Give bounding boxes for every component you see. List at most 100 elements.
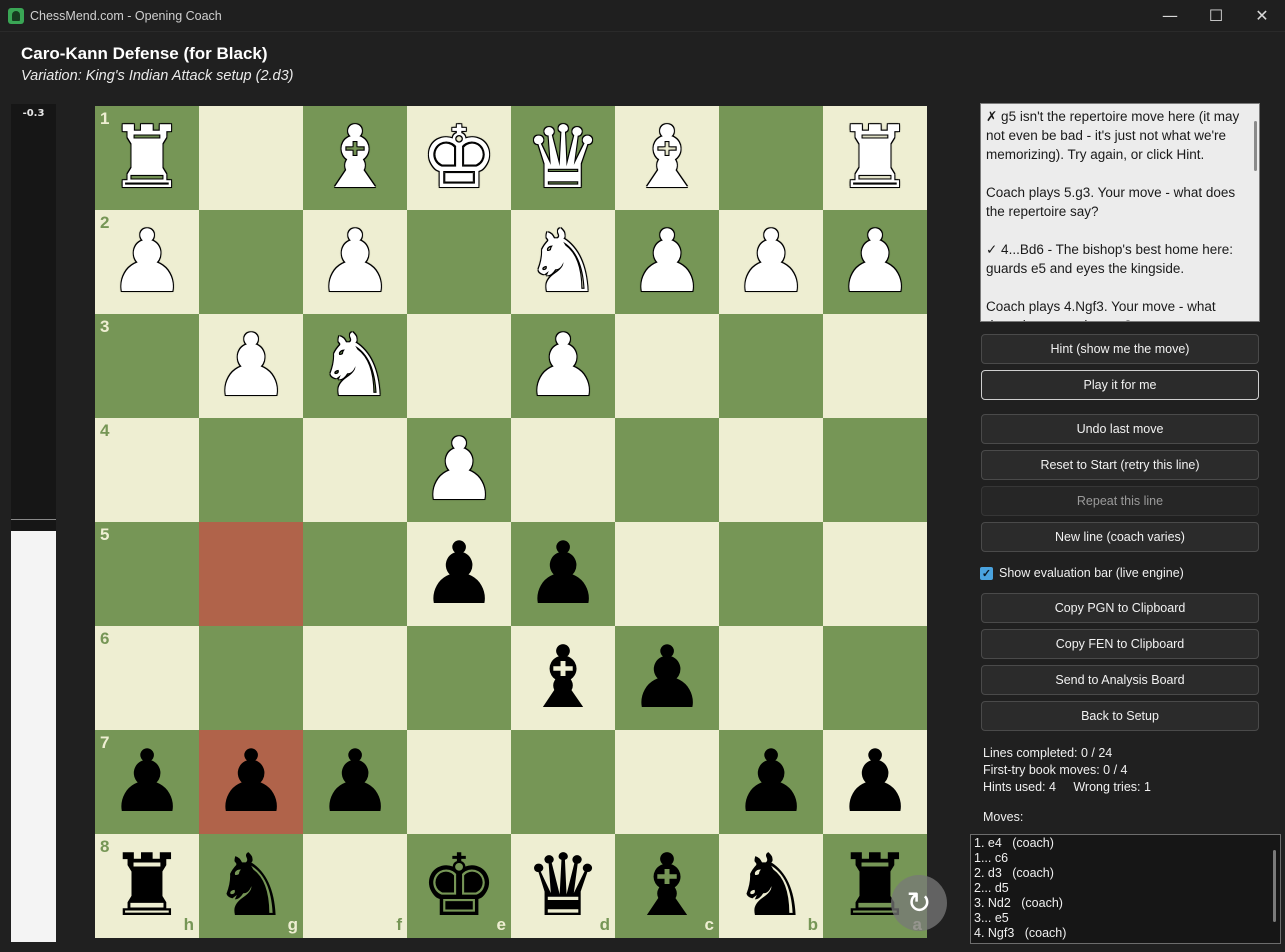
move-entry[interactable]: 3. Nd2 (coach) <box>974 896 1277 911</box>
black-king-icon[interactable]: ♚ <box>407 834 511 938</box>
square-e8[interactable]: e ♚ <box>407 834 511 938</box>
white-pawn-icon[interactable]: ♟ <box>823 210 927 314</box>
square-d6[interactable]: ♝ <box>511 626 615 730</box>
black-bishop-icon[interactable]: ♝ <box>511 626 615 730</box>
play-for-me-button[interactable]: Play it for me <box>981 370 1259 400</box>
square-b2[interactable]: ♟ <box>719 210 823 314</box>
square-e3[interactable] <box>407 314 511 418</box>
square-f6[interactable] <box>303 626 407 730</box>
square-f4[interactable] <box>303 418 407 522</box>
square-f2[interactable]: ♟ <box>303 210 407 314</box>
square-h2[interactable]: 2 ♟ <box>95 210 199 314</box>
square-a1[interactable]: ♜ <box>823 106 927 210</box>
square-h3[interactable]: 3 <box>95 314 199 418</box>
black-pawn-icon[interactable]: ♟ <box>719 730 823 834</box>
square-g4[interactable] <box>199 418 303 522</box>
black-pawn-icon[interactable]: ♟ <box>303 730 407 834</box>
minimize-icon[interactable]: — <box>1147 0 1193 31</box>
square-b5[interactable] <box>719 522 823 626</box>
close-icon[interactable]: ✕ <box>1239 0 1285 31</box>
square-e5[interactable]: ♟ <box>407 522 511 626</box>
square-g6[interactable] <box>199 626 303 730</box>
square-e1[interactable]: ♚ <box>407 106 511 210</box>
square-c8[interactable]: c ♝ <box>615 834 719 938</box>
square-h1[interactable]: 1 ♜ <box>95 106 199 210</box>
square-h5[interactable]: 5 <box>95 522 199 626</box>
square-e7[interactable] <box>407 730 511 834</box>
white-pawn-icon[interactable]: ♟ <box>95 210 199 314</box>
square-b1[interactable] <box>719 106 823 210</box>
white-pawn-icon[interactable]: ♟ <box>719 210 823 314</box>
square-b7[interactable]: ♟ <box>719 730 823 834</box>
square-b8[interactable]: b ♞ <box>719 834 823 938</box>
square-a7[interactable]: ♟ <box>823 730 927 834</box>
square-d1[interactable]: ♛ <box>511 106 615 210</box>
coach-log-scrollbar[interactable] <box>1254 121 1257 171</box>
move-entry[interactable]: 2. d3 (coach) <box>974 866 1277 881</box>
white-rook-icon[interactable]: ♜ <box>823 106 927 210</box>
white-knight-icon[interactable]: ♞ <box>303 314 407 418</box>
black-queen-icon[interactable]: ♛ <box>511 834 615 938</box>
coach-message-log[interactable]: ✗ g5 isn't the repertoire move here (it … <box>980 103 1260 322</box>
white-pawn-icon[interactable]: ♟ <box>407 418 511 522</box>
square-h7[interactable]: 7 ♟ <box>95 730 199 834</box>
square-f8[interactable]: f <box>303 834 407 938</box>
black-knight-icon[interactable]: ♞ <box>199 834 303 938</box>
square-c5[interactable] <box>615 522 719 626</box>
square-d7[interactable] <box>511 730 615 834</box>
square-c3[interactable] <box>615 314 719 418</box>
black-pawn-icon[interactable]: ♟ <box>615 626 719 730</box>
square-c2[interactable]: ♟ <box>615 210 719 314</box>
square-a5[interactable] <box>823 522 927 626</box>
chess-board[interactable]: 1 ♜ ♝ ♚ ♛ ♝ ♜ 2 ♟ ♟ ♞ ♟ ♟ ♟ 3 ♟ ♞ ♟ 4 ♟ 5 ♟ ♟ 6 ♝ ♟ 7 ♟ ♟ ♟ ♟ ♟ 8 h ♜ g ♞ f e ♚… <box>95 106 927 938</box>
repeat-line-button[interactable]: Repeat this line <box>981 486 1259 516</box>
new-line-button[interactable]: New line (coach varies) <box>981 522 1259 552</box>
square-e2[interactable] <box>407 210 511 314</box>
square-f5[interactable] <box>303 522 407 626</box>
square-h4[interactable]: 4 <box>95 418 199 522</box>
move-entry[interactable]: 1. e4 (coach) <box>974 836 1277 851</box>
white-bishop-icon[interactable]: ♝ <box>303 106 407 210</box>
square-b4[interactable] <box>719 418 823 522</box>
square-f7[interactable]: ♟ <box>303 730 407 834</box>
back-to-setup-button[interactable]: Back to Setup <box>981 701 1259 731</box>
black-pawn-icon[interactable]: ♟ <box>199 730 303 834</box>
square-a2[interactable]: ♟ <box>823 210 927 314</box>
square-c1[interactable]: ♝ <box>615 106 719 210</box>
white-pawn-icon[interactable]: ♟ <box>511 314 615 418</box>
square-d2[interactable]: ♞ <box>511 210 615 314</box>
black-bishop-icon[interactable]: ♝ <box>615 834 719 938</box>
black-knight-icon[interactable]: ♞ <box>719 834 823 938</box>
square-f3[interactable]: ♞ <box>303 314 407 418</box>
move-entry[interactable]: 2... d5 <box>974 881 1277 896</box>
white-pawn-icon[interactable]: ♟ <box>199 314 303 418</box>
undo-button[interactable]: Undo last move <box>981 414 1259 444</box>
eval-bar-toggle[interactable]: ✓ Show evaluation bar (live engine) <box>980 566 1184 580</box>
maximize-icon[interactable]: ☐ <box>1193 0 1239 31</box>
square-g3[interactable]: ♟ <box>199 314 303 418</box>
square-f1[interactable]: ♝ <box>303 106 407 210</box>
analysis-board-button[interactable]: Send to Analysis Board <box>981 665 1259 695</box>
square-g2[interactable] <box>199 210 303 314</box>
square-h8[interactable]: 8 h ♜ <box>95 834 199 938</box>
square-g7[interactable]: ♟ <box>199 730 303 834</box>
square-g5[interactable] <box>199 522 303 626</box>
white-bishop-icon[interactable]: ♝ <box>615 106 719 210</box>
black-pawn-icon[interactable]: ♟ <box>511 522 615 626</box>
move-entry[interactable]: 1... c6 <box>974 851 1277 866</box>
square-b3[interactable] <box>719 314 823 418</box>
square-h6[interactable]: 6 <box>95 626 199 730</box>
flip-board-button[interactable]: ↻ <box>891 875 947 931</box>
square-a3[interactable] <box>823 314 927 418</box>
moves-scrollbar[interactable] <box>1273 850 1276 922</box>
checkbox-checked-icon[interactable]: ✓ <box>980 566 993 580</box>
square-a4[interactable] <box>823 418 927 522</box>
reset-button[interactable]: Reset to Start (retry this line) <box>981 450 1259 480</box>
black-pawn-icon[interactable]: ♟ <box>95 730 199 834</box>
moves-list[interactable]: 1. e4 (coach) 1... c6 2. d3 (coach) 2... d5… <box>970 834 1281 944</box>
square-d4[interactable] <box>511 418 615 522</box>
white-queen-icon[interactable]: ♛ <box>511 106 615 210</box>
black-pawn-icon[interactable]: ♟ <box>407 522 511 626</box>
move-entry[interactable]: 4. Ngf3 (coach) <box>974 926 1277 941</box>
square-g1[interactable] <box>199 106 303 210</box>
